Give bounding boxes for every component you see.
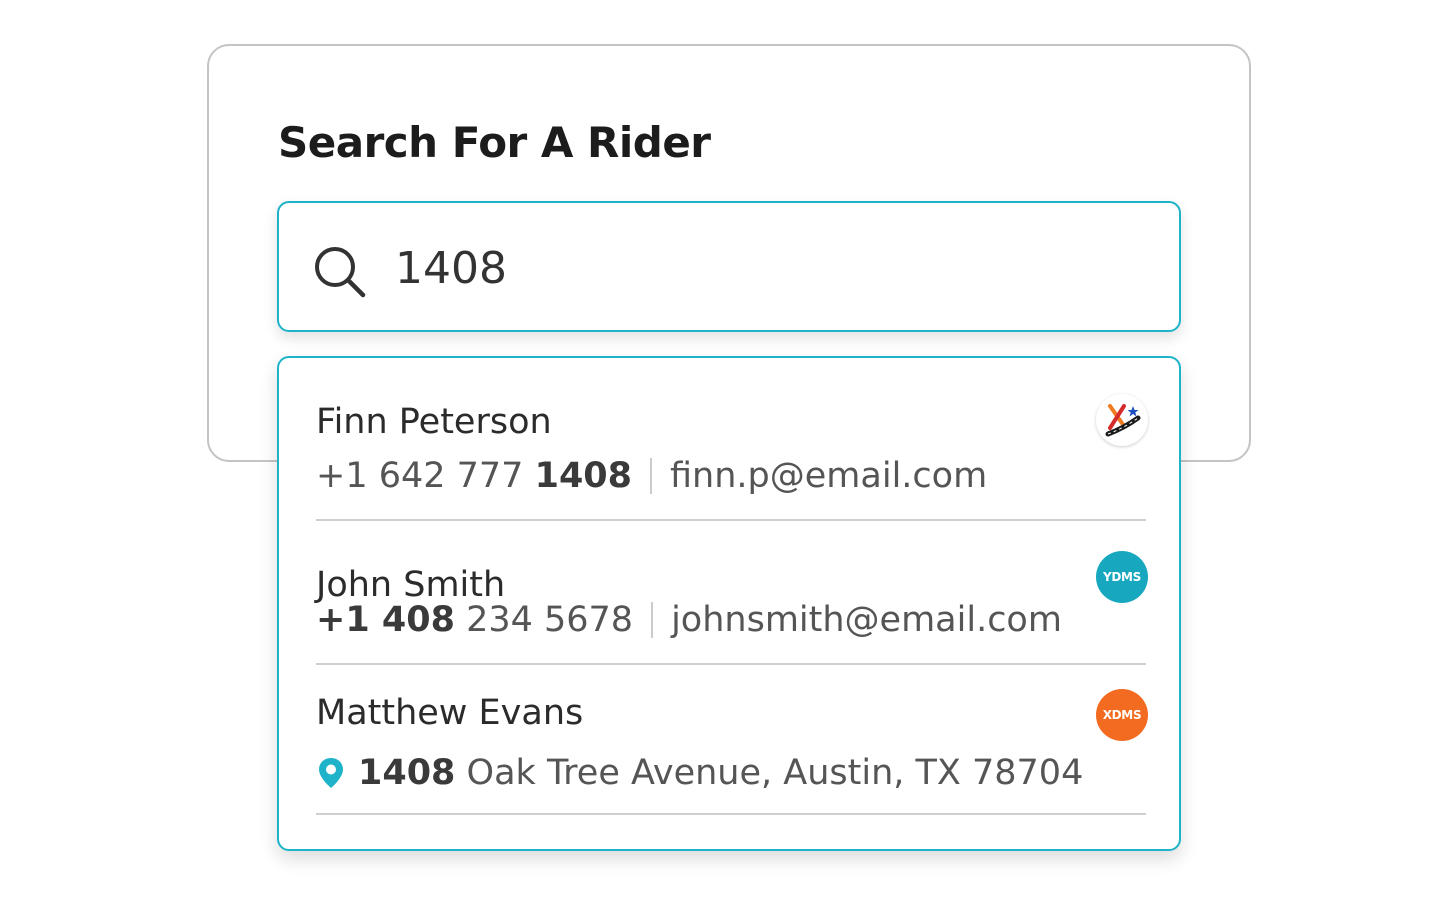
email: johnsmith@email.com (671, 600, 1062, 640)
rider-address: 1408 Oak Tree Avenue, Austin, TX 78704 (316, 753, 1083, 793)
rider-name: Finn Peterson (316, 402, 552, 442)
email: finn.p@email.com (670, 456, 988, 496)
search-box[interactable] (277, 201, 1181, 332)
rider-contact: +1 408 234 5678 johnsmith@email.com (316, 600, 1062, 640)
page-title: Search For A Rider (278, 118, 711, 167)
rider-name: John Smith (316, 565, 506, 605)
search-input[interactable] (395, 233, 1135, 303)
result-item[interactable]: John Smith +1 408 234 5678 johnsmith@ema… (316, 521, 1148, 665)
x-star-logo-icon (1096, 394, 1148, 446)
phone-number: +1 408 234 5678 (316, 600, 634, 640)
rider-name: Matthew Evans (316, 693, 584, 733)
search-icon (315, 247, 366, 298)
divider (650, 458, 653, 494)
result-item[interactable]: Finn Peterson +1 642 777 1408 finn.p@ema… (316, 358, 1148, 521)
search-results-dropdown: Finn Peterson +1 642 777 1408 finn.p@ema… (277, 356, 1181, 851)
divider (651, 602, 654, 638)
phone-number: +1 642 777 1408 (316, 456, 633, 496)
ydms-badge: YDMS (1096, 551, 1148, 603)
xdms-badge: XDMS (1096, 689, 1148, 741)
rider-contact: +1 642 777 1408 finn.p@email.com (316, 456, 987, 496)
result-item[interactable]: Matthew Evans 1408 Oak Tree Avenue, Aust… (316, 665, 1148, 815)
location-pin-icon (319, 758, 343, 788)
